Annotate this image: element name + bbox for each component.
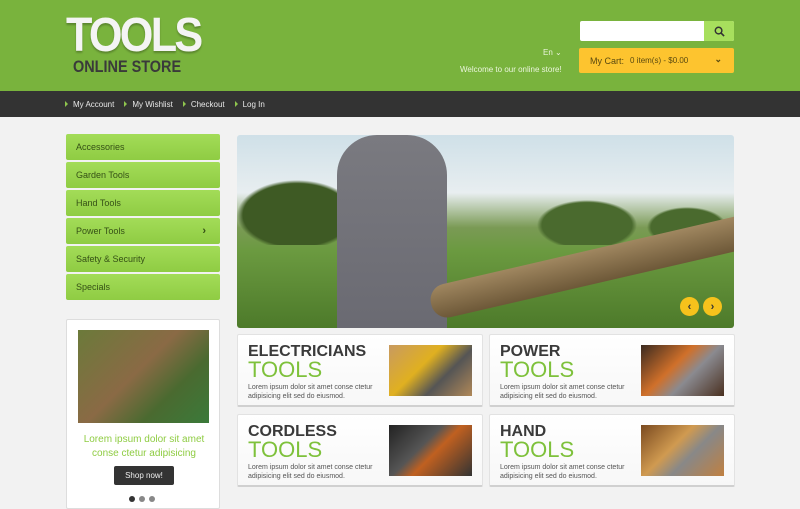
category-power-tools[interactable]: Power Tools › (66, 218, 220, 244)
banner-desc: Lorem ipsum dolor sit amet conse ctetur … (248, 464, 373, 480)
cart-dropdown[interactable]: My Cart: 0 item(s) - $0.00 ⌄ (579, 48, 734, 73)
language-selector[interactable]: En ⌄ (543, 48, 562, 57)
slider-prev-button[interactable]: ‹ (680, 297, 699, 316)
cart-label: My Cart: (590, 55, 625, 66)
banner-cordless-tools[interactable]: CORDLESS TOOLS Lorem ipsum dolor sit ame… (237, 414, 483, 487)
logo-subtitle: ONLINE STORE (73, 57, 182, 76)
search-box (580, 21, 734, 41)
bullet-icon (124, 101, 128, 107)
banner-desc: Lorem ipsum dolor sit amet conse ctetur … (500, 384, 625, 400)
nav-label: Checkout (190, 99, 225, 109)
search-input[interactable] (580, 21, 700, 41)
nav-my-wishlist[interactable]: My Wishlist (124, 99, 173, 109)
category-menu: Accessories Garden Tools Hand Tools Powe… (66, 134, 220, 302)
banner-image (389, 345, 472, 396)
banner-desc: Lorem ipsum dolor sit amet conse ctetur … (500, 464, 625, 480)
nav-label: Log In (242, 99, 265, 109)
pagination-dot[interactable] (139, 496, 145, 502)
promo-image (78, 330, 209, 423)
hero-slider: ‹ › (237, 135, 734, 328)
category-label: Power Tools (76, 226, 125, 236)
bullet-icon (65, 101, 68, 107)
welcome-text: Welcome to our online store! (460, 65, 562, 74)
bullet-icon (234, 101, 238, 107)
banner-subtitle: TOOLS (248, 357, 323, 382)
chevron-down-icon: ⌄ (714, 54, 722, 64)
search-button[interactable] (704, 21, 734, 41)
header: TOOLS ONLINE STORE En ⌄ Welcome to our o… (0, 0, 800, 91)
cart-summary: 0 item(s) - $0.00 (630, 56, 689, 65)
chevron-right-icon: › (202, 225, 206, 237)
promo-box: Lorem ipsum dolor sit amet conse ctetur … (66, 319, 220, 509)
nav-label: My Account (73, 99, 115, 109)
promo-pagination (129, 496, 155, 502)
category-accessories[interactable]: Accessories (66, 134, 220, 160)
chevron-left-icon: ‹ (687, 300, 692, 313)
category-hand-tools[interactable]: Hand Tools (66, 190, 220, 216)
nav-checkout[interactable]: Checkout (182, 99, 225, 109)
pagination-dot[interactable] (129, 496, 135, 502)
banner-electricians-tools[interactable]: ELECTRICIANS TOOLS Lorem ipsum dolor sit… (237, 334, 483, 407)
language-label: En (543, 48, 553, 57)
banner-subtitle: TOOLS (248, 437, 323, 462)
nav-log-in[interactable]: Log In (234, 99, 265, 109)
banner-desc: Lorem ipsum dolor sit amet conse ctetur … (248, 384, 373, 400)
category-garden-tools[interactable]: Garden Tools (66, 162, 220, 188)
logo[interactable]: TOOLS (66, 12, 203, 60)
chevron-down-icon: ⌄ (555, 48, 562, 57)
promo-text: Lorem ipsum dolor sit amet conse ctetur … (83, 434, 205, 459)
banner-power-tools[interactable]: POWER TOOLS Lorem ipsum dolor sit amet c… (489, 334, 735, 407)
banner-subtitle: TOOLS (500, 357, 575, 382)
search-icon (714, 26, 725, 37)
category-specials[interactable]: Specials (66, 274, 220, 300)
banner-image (389, 425, 472, 476)
nav-my-account[interactable]: My Account (65, 100, 114, 109)
chevron-right-icon: › (710, 300, 715, 313)
banner-image (641, 345, 724, 396)
nav-label: My Wishlist (132, 99, 173, 109)
bullet-icon (182, 101, 186, 107)
shop-now-button[interactable]: Shop now! (114, 466, 174, 485)
top-nav: My Account My Wishlist Checkout Log In (0, 91, 800, 117)
banner-hand-tools[interactable]: HAND TOOLS Lorem ipsum dolor sit amet co… (489, 414, 735, 487)
pagination-dot[interactable] (149, 496, 155, 502)
banner-image (641, 425, 724, 476)
category-safety-security[interactable]: Safety & Security (66, 246, 220, 272)
slider-next-button[interactable]: › (703, 297, 722, 316)
banner-subtitle: TOOLS (500, 437, 575, 462)
